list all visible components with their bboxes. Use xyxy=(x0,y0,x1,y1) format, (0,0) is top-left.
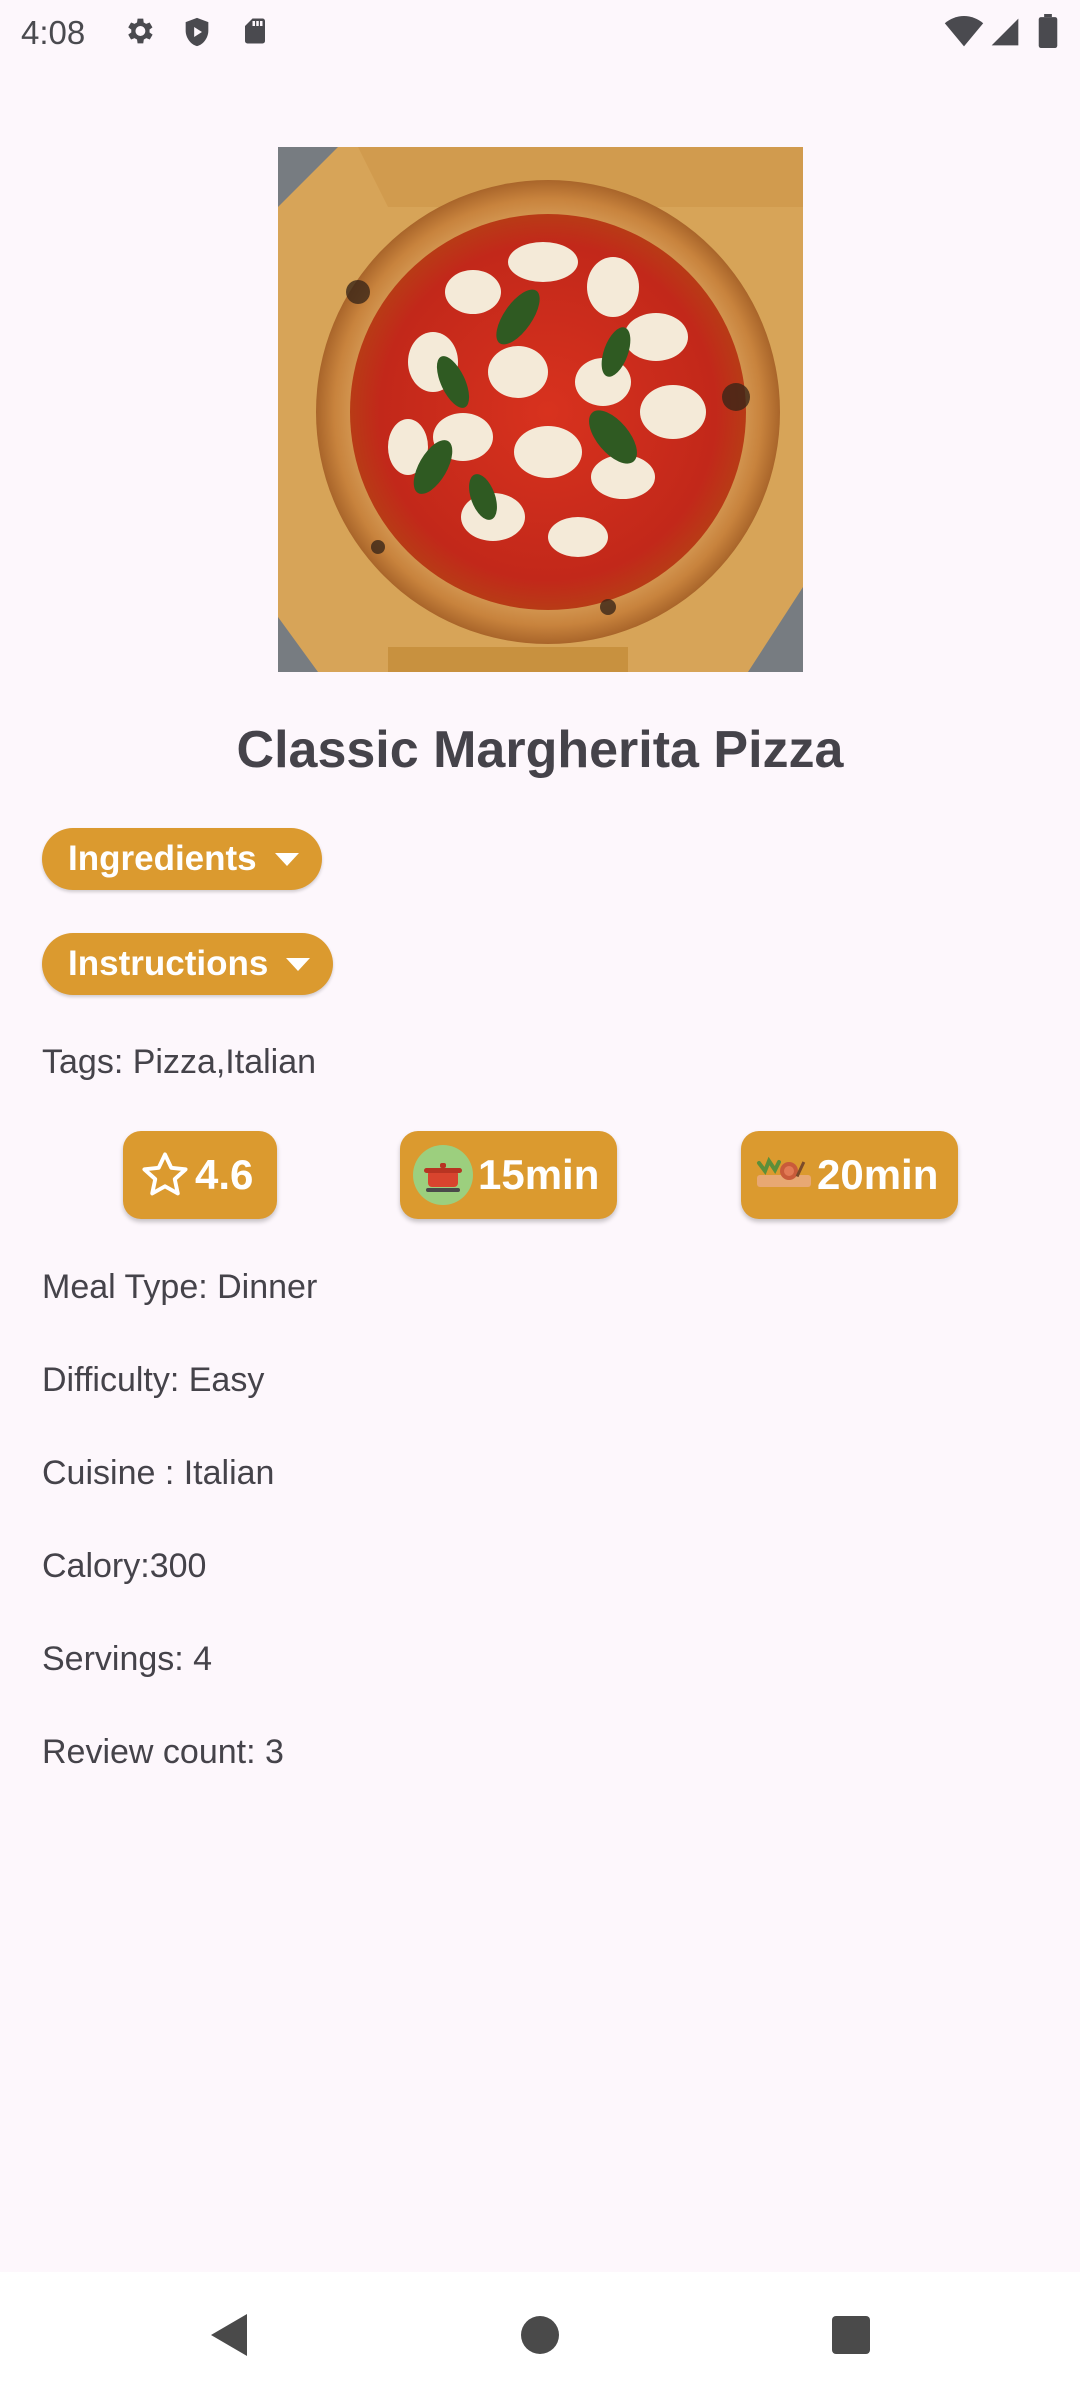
chevron-down-icon xyxy=(274,852,299,866)
difficulty-text: Difficulty: Easy xyxy=(42,1361,265,1399)
chopping-board-icon xyxy=(757,1156,811,1187)
calory-text: Calory:300 xyxy=(42,1547,207,1585)
gear-icon xyxy=(128,18,153,44)
battery-icon xyxy=(1038,14,1058,48)
cuisine-text: Cuisine : Italian xyxy=(42,1454,275,1492)
instructions-label: Instructions xyxy=(68,944,269,983)
recipe-detail-screen: 4:08 Classic Margherita Pizza Ingredient… xyxy=(0,0,1080,2400)
pizza-image xyxy=(278,147,803,672)
status-bar: 4:08 xyxy=(0,0,1080,64)
servings-text: Servings: 4 xyxy=(42,1640,213,1678)
wifi-icon xyxy=(944,16,984,47)
cook-time-value: 20min xyxy=(817,1151,939,1198)
star-icon xyxy=(142,1152,188,1196)
cook-time-badge: 20min xyxy=(741,1131,958,1219)
chevron-down-icon xyxy=(286,957,311,971)
recipe-title: Classic Margherita Pizza xyxy=(236,721,844,779)
meal-type-text: Meal Type: Dinner xyxy=(42,1268,318,1306)
rating-value: 4.6 xyxy=(195,1151,254,1198)
recipe-tags: Tags: Pizza,Italian xyxy=(42,1043,317,1081)
review-count-text: Review count: 3 xyxy=(42,1733,284,1771)
home-icon[interactable] xyxy=(521,2316,559,2354)
signal-icon xyxy=(991,18,1019,46)
rating-badge: 4.6 xyxy=(123,1131,277,1219)
prep-time-value: 15min xyxy=(478,1151,600,1198)
shield-icon xyxy=(185,17,209,47)
prep-time-badge: 15min xyxy=(400,1131,617,1219)
ingredients-dropdown-button[interactable]: Ingredients xyxy=(42,828,322,890)
back-icon[interactable] xyxy=(207,2312,249,2358)
sd-card-icon xyxy=(245,18,265,44)
recents-icon[interactable] xyxy=(832,2316,870,2354)
recipe-image xyxy=(278,147,803,672)
ingredients-label: Ingredients xyxy=(68,839,257,878)
instructions-dropdown-button[interactable]: Instructions xyxy=(42,933,333,995)
status-time: 4:08 xyxy=(21,14,86,51)
navigation-bar xyxy=(0,2272,1080,2400)
cooking-pot-icon xyxy=(413,1145,473,1205)
